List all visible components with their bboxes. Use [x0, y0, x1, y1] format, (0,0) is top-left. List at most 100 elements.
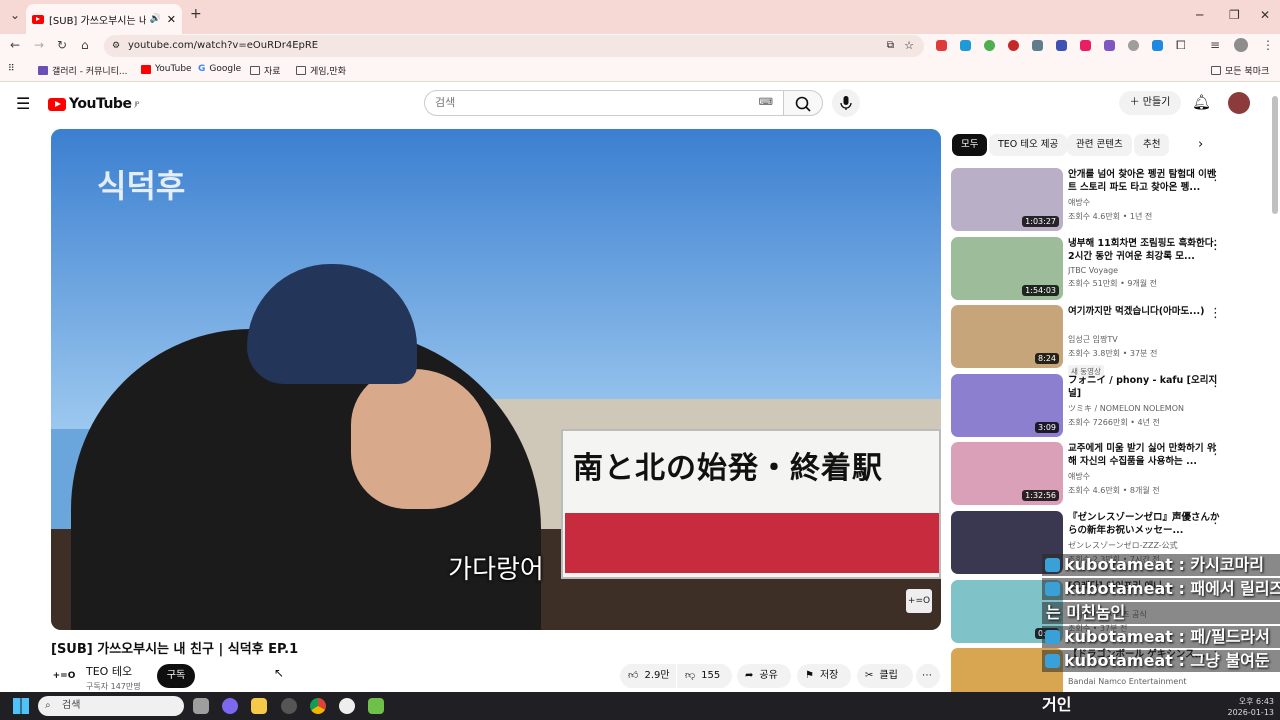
chrome-menu-icon[interactable]: ⋮: [1262, 38, 1274, 52]
extensions-puzzle-icon[interactable]: ⧠: [1176, 38, 1186, 53]
like-button[interactable]: 👍︎ 2.9만: [620, 664, 676, 688]
recommendation-item[interactable]: 1:03:27 안개를 넘어 찾아온 펭귄 탐험대 이벤트 스토리 파도 타고 찾…: [951, 168, 1251, 232]
more-vertical-icon[interactable]: ⋮: [1209, 307, 1222, 320]
reload-icon[interactable]: ↻: [57, 38, 67, 52]
notifications-bell-icon[interactable]: 🔔︎: [1192, 93, 1211, 111]
channel-name[interactable]: TEO 테오: [86, 663, 141, 679]
video-thumbnail[interactable]: 1:54:03: [951, 237, 1063, 300]
close-tab-icon[interactable]: ✕: [167, 13, 176, 26]
video-title: [SUB] 가쓰오부시는 내 친구 | 식덕후 EP.1: [51, 642, 299, 657]
bookmark-google[interactable]: G Google: [198, 64, 241, 74]
create-button[interactable]: ＋ 만들기: [1119, 91, 1181, 115]
browser-tab-youtube[interactable]: [SUB] 가쓰오부시는 내 친구 🔊 ✕: [26, 4, 182, 34]
bookmark-folder-games[interactable]: 게임,만화: [296, 64, 346, 77]
extension-icon-4[interactable]: [1008, 40, 1019, 51]
extension-icon-7[interactable]: [1080, 40, 1091, 51]
file-explorer-icon[interactable]: [251, 698, 267, 714]
channel-watermark-button[interactable]: +=O: [906, 589, 932, 613]
more-vertical-icon[interactable]: ⋮: [1209, 444, 1222, 457]
more-vertical-icon[interactable]: ⋮: [1209, 376, 1222, 389]
subscribe-button[interactable]: 구독: [157, 664, 195, 688]
chip-recommended[interactable]: 추천: [1134, 134, 1170, 156]
extension-icon-2[interactable]: [960, 40, 971, 51]
recommendation-title[interactable]: 『ゼンレスゾーンゼロ』声優さんからの新年お祝いメッセー...: [1068, 511, 1220, 537]
bookmark-folder-resources[interactable]: 자료: [250, 64, 281, 77]
video-thumbnail[interactable]: 3:09: [951, 374, 1063, 437]
recommendation-title[interactable]: 안개를 넘어 찾아온 펭귄 탐험대 이벤트 스토리 파도 타고 찾아온 펭...: [1068, 168, 1220, 194]
youtube-logo[interactable]: YouTube JP: [48, 96, 139, 112]
bookmark-gallery[interactable]: 갤러리 - 커뮤니티...: [38, 64, 128, 77]
recommendation-item[interactable]: 3:09 フォニイ / phony - kafu [오리지널] ツミキ / NOME…: [951, 374, 1251, 438]
cast-icon[interactable]: ⧉: [887, 35, 894, 57]
recommendation-meta: 조회수 3.8만회 • 37분 전: [1068, 349, 1158, 358]
chip-related[interactable]: 관련 콘텐츠: [1067, 134, 1132, 156]
recommendation-item[interactable]: 8:24 여기까지만 먹겠습니다(아마도...) 임성근 임짱TV 조회수 3.8만회…: [951, 305, 1251, 378]
account-avatar[interactable]: [1228, 92, 1250, 114]
task-view-icon[interactable]: [193, 698, 209, 714]
new-tab-icon[interactable]: +: [190, 6, 202, 22]
tab-search-icon[interactable]: ⌄: [10, 8, 20, 22]
recommendation-item[interactable]: 1:32:56 교주에게 미움 받기 싫어 만화하기 위해 자신의 수집품을 사용…: [951, 442, 1251, 506]
windows-start-icon[interactable]: [13, 698, 29, 714]
recommendation-item[interactable]: 1:54:03 냉부해 11회차면 조림핑도 흑화한다. 2시간 동안 귀여운 최…: [951, 237, 1251, 301]
share-button[interactable]: ➦ 공유: [737, 664, 791, 688]
chrome-taskbar-icon[interactable]: [310, 698, 326, 714]
dislike-button[interactable]: 👎︎ 155: [677, 664, 732, 688]
chip-from-channel[interactable]: TEO 테오 제공: [989, 134, 1068, 156]
more-actions-button[interactable]: ⋯: [916, 664, 940, 688]
extension-icon-9[interactable]: [1128, 40, 1139, 51]
video-thumbnail[interactable]: 8:24: [951, 305, 1063, 368]
extension-icon-10[interactable]: [1152, 40, 1163, 51]
address-bar[interactable]: ⚙ youtube.com/watch?v=eOuRDr4EpRE ⧉ ☆: [104, 35, 924, 57]
recommendation-title[interactable]: 교주에게 미움 받기 싫어 만화하기 위해 자신의 수집품을 사용하는 ...: [1068, 442, 1220, 468]
page-scrollbar[interactable]: [1272, 96, 1278, 214]
copilot-icon[interactable]: [222, 698, 238, 714]
profile-avatar-icon[interactable]: [1234, 38, 1248, 52]
all-bookmarks-folder[interactable]: 모든 북마크: [1211, 64, 1269, 77]
speaker-icon[interactable]: 🔊: [150, 14, 161, 24]
home-icon[interactable]: ⌂: [81, 38, 89, 52]
search-button[interactable]: [783, 90, 823, 116]
clip-button[interactable]: ✂ 클립: [857, 664, 913, 688]
extension-icon-1[interactable]: [936, 40, 947, 51]
recommendation-title[interactable]: 여기까지만 먹겠습니다(아마도...): [1068, 305, 1220, 331]
minimize-icon[interactable]: ─: [1196, 8, 1203, 22]
video-watermark-logo: 식덕후: [97, 167, 186, 205]
recommendation-title[interactable]: 냉부해 11회차면 조림핑도 흑화한다. 2시간 동안 귀여운 최강록 모...: [1068, 237, 1220, 263]
extension-icon-5[interactable]: [1032, 40, 1043, 51]
save-button[interactable]: ⚑ 저장: [797, 664, 851, 688]
extension-icon-6[interactable]: [1056, 40, 1067, 51]
app-icon-clock[interactable]: [281, 698, 297, 714]
more-vertical-icon[interactable]: ⋮: [1209, 170, 1222, 183]
hamburger-menu-icon[interactable]: ☰: [16, 94, 30, 113]
taskbar-search-input[interactable]: ⌕ 검색: [38, 696, 184, 716]
chips-next-chevron-icon[interactable]: ›: [1198, 137, 1203, 152]
video-thumbnail[interactable]: 1:03:27: [951, 168, 1063, 231]
more-vertical-icon[interactable]: ⋮: [1209, 513, 1222, 526]
restore-icon[interactable]: ❐: [1229, 8, 1240, 22]
voice-search-button[interactable]: [832, 89, 860, 117]
app-icon-game[interactable]: [368, 698, 384, 714]
chat-user-icon: [1045, 558, 1060, 572]
bookmark-youtube[interactable]: YouTube: [141, 64, 192, 74]
chip-all[interactable]: 모두: [952, 134, 988, 156]
video-thumbnail[interactable]: 1:32:56: [951, 442, 1063, 505]
system-clock[interactable]: 오후 6:43 2026-01-13: [1218, 696, 1275, 718]
forward-icon[interactable]: →: [34, 38, 44, 52]
channel-avatar[interactable]: +=O: [51, 663, 77, 689]
keyboard-icon[interactable]: ⌨: [759, 91, 773, 115]
reading-list-icon[interactable]: ≡: [1210, 38, 1220, 52]
more-vertical-icon[interactable]: ⋮: [1209, 239, 1222, 252]
recommendation-title[interactable]: フォニイ / phony - kafu [오리지널]: [1068, 374, 1220, 400]
extension-icon-8[interactable]: [1104, 40, 1115, 51]
app-icon-messenger[interactable]: [339, 698, 355, 714]
bookmark-star-icon[interactable]: ☆: [904, 35, 914, 57]
close-window-icon[interactable]: ✕: [1260, 8, 1270, 22]
search-input[interactable]: 검색 ⌨: [424, 90, 784, 116]
back-icon[interactable]: ←: [10, 38, 20, 52]
site-info-icon[interactable]: ⚙: [112, 35, 120, 57]
microphone-icon: [840, 96, 852, 110]
apps-icon[interactable]: ⠿: [8, 64, 15, 74]
extension-icon-3[interactable]: [984, 40, 995, 51]
video-player[interactable]: 南と北の始発・終着駅 식덕후 가다랑어 +=O: [51, 129, 941, 630]
